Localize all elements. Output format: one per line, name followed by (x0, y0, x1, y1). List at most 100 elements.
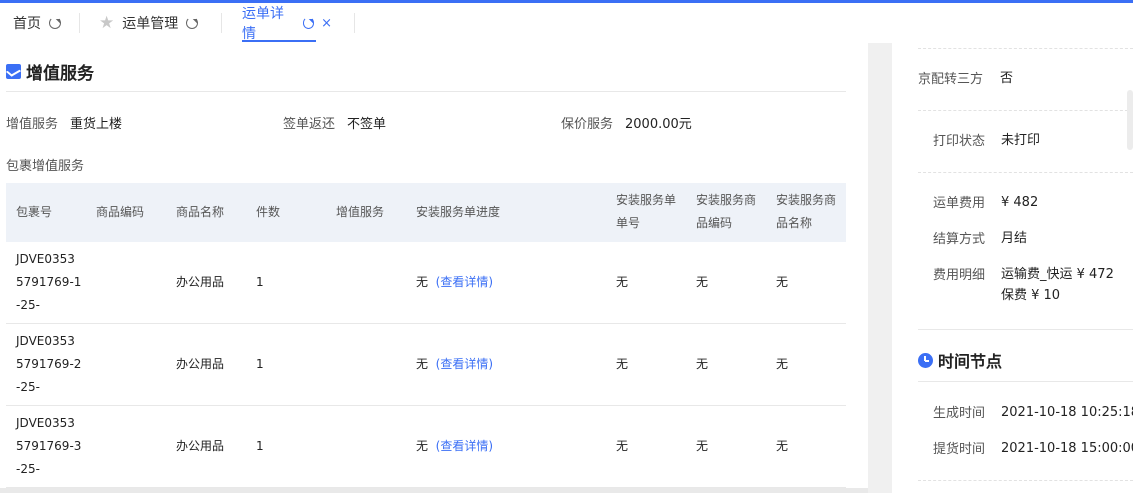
package-number-line: -25- (16, 462, 40, 476)
refresh-icon[interactable] (302, 17, 315, 29)
dashed-divider (918, 172, 1133, 173)
install-item-code-cell: 无 (696, 275, 709, 289)
paren-close: ) (488, 275, 494, 289)
value-added-panel: 增值服务 增值服务 重货上楼 签单返还 不签单 保价服务 2000.00元 包裹… (0, 43, 868, 493)
table-row: JDVE0353 5791769-1 -25- 办公用品 1 无 (查看详情) … (6, 242, 846, 324)
col-header-line: 安装服务商 (696, 193, 757, 207)
field-jingpei-third-party: 京配转三方 否 (918, 68, 1013, 89)
chart-trend-icon (6, 64, 21, 79)
install-item-name-cell: 无 (776, 275, 789, 289)
vertical-scrollbar[interactable] (1127, 90, 1133, 150)
tab-home[interactable]: 首页 (13, 3, 61, 43)
col-header: 商品编码 (96, 205, 145, 219)
col-header: 包裹号 (16, 205, 53, 219)
field-label: 费用明细 (933, 268, 986, 283)
col-header-line: 单号 (616, 216, 641, 230)
product-name-cell: 办公用品 (176, 357, 225, 371)
section-title-text: 增值服务 (26, 64, 94, 84)
count-cell: 1 (256, 275, 264, 289)
field-value: ¥ 482 (1001, 195, 1039, 210)
tab-waybill-management[interactable]: ★ 运单管理 (99, 3, 199, 43)
field-value: 未打印 (1001, 133, 1041, 148)
tab-separator (79, 13, 80, 33)
package-number-cell: JDVE0353 5791769-2 -25- (16, 330, 81, 399)
section-divider (918, 381, 1133, 382)
product-name-cell: 办公用品 (176, 439, 225, 453)
dashed-divider (918, 48, 1133, 49)
star-icon[interactable]: ★ (99, 13, 114, 33)
count-cell: 1 (256, 439, 264, 453)
time-section-title: 时间节点 (918, 348, 1002, 372)
section-divider (918, 329, 1133, 330)
field-label: 生成时间 (933, 406, 986, 421)
table-header: 包裹号 商品编码 商品名称 件数 增值服务 安装服务单进度 安装服务单 单号 安… (6, 183, 846, 242)
field-sign-return: 签单返还 不签单 (283, 113, 386, 132)
package-number-line: -25- (16, 380, 40, 394)
table-row: JDVE0353 5791769-2 -25- 办公用品 1 无 (查看详情) … (6, 324, 846, 406)
panel-gutter (868, 43, 892, 493)
install-item-code-cell: 无 (696, 439, 709, 453)
waybill-info-panel: 京配转三方 否 打印状态 未打印 运单费用 ¥ 482 结算方式 月结 费用明细… (892, 43, 1133, 493)
package-table: 包裹号 商品编码 商品名称 件数 增值服务 安装服务单进度 安装服务单 单号 安… (6, 183, 846, 488)
field-label: 提货时间 (933, 442, 986, 457)
install-item-name-cell: 无 (776, 357, 789, 371)
view-detail-link[interactable]: 查看详情 (440, 357, 488, 371)
col-header: 安装服务单 单号 (616, 189, 676, 235)
active-tab-underline (242, 40, 316, 42)
progress-cell: 无 (查看详情) (416, 353, 493, 376)
clock-icon (918, 352, 933, 368)
package-number-line: JDVE0353 (16, 252, 75, 266)
dashed-divider (918, 110, 1133, 111)
tab-bar: 首页 ★ 运单管理 运单详情 × (0, 3, 1133, 43)
package-number-line: 5791769-2 (16, 357, 82, 371)
tab-label: 运单管理 (122, 16, 179, 32)
package-number-line: -25- (16, 298, 40, 312)
package-number-cell: JDVE0353 5791769-3 -25- (16, 412, 81, 481)
progress-cell: 无 (查看详情) (416, 271, 493, 294)
field-value: 2000.00元 (625, 117, 692, 132)
field-label: 运单费用 (933, 196, 986, 211)
refresh-icon[interactable] (49, 17, 61, 29)
tab-waybill-detail[interactable]: 运单详情 × (242, 3, 332, 43)
count-cell: 1 (256, 357, 264, 371)
package-services-title: 包裹增值服务 (6, 159, 85, 174)
field-value: 2021-10-18 15:00:00 (1001, 441, 1133, 456)
time-section-title-text: 时间节点 (938, 352, 1003, 371)
col-header-line: 品名称 (776, 216, 813, 230)
refresh-icon[interactable] (186, 17, 199, 29)
progress-value: 无 (416, 357, 429, 371)
install-item-code-cell: 无 (696, 357, 709, 371)
package-number-cell: JDVE0353 5791769-1 -25- (16, 248, 81, 317)
package-number-line: JDVE0353 (16, 334, 75, 348)
package-number-line: 5791769-1 (16, 275, 82, 289)
field-value: 月结 (1001, 231, 1028, 246)
field-value: 重货上楼 (70, 117, 123, 132)
field-label: 增值服务 (6, 117, 59, 132)
section-title: 增值服务 (6, 59, 94, 84)
package-number-line: JDVE0353 (16, 416, 75, 430)
close-icon[interactable]: × (321, 16, 332, 31)
view-detail-link[interactable]: 查看详情 (440, 439, 488, 453)
col-header: 增值服务 (336, 205, 385, 219)
field-value: 不签单 (347, 117, 387, 132)
progress-value: 无 (416, 275, 429, 289)
paren-close: ) (488, 357, 494, 371)
field-label: 打印状态 (933, 134, 986, 149)
view-detail-link[interactable]: 查看详情 (440, 275, 488, 289)
col-header: 安装服务商 品名称 (776, 189, 836, 235)
field-waybill-fee: 运单费用 ¥ 482 (933, 192, 1038, 213)
install-order-cell: 无 (616, 357, 629, 371)
field-created-time: 生成时间 2021-10-18 10:25:18 (933, 402, 1133, 423)
field-label: 京配转三方 (918, 72, 984, 87)
field-value-added-service: 增值服务 重货上楼 (6, 113, 122, 132)
field-label: 保价服务 (561, 117, 614, 132)
fee-detail-line: 保费 ¥ 10 (1001, 288, 1061, 303)
field-pickup-time: 提货时间 2021-10-18 15:00:00 (933, 438, 1133, 459)
field-print-status: 打印状态 未打印 (933, 130, 1040, 151)
col-header: 安装服务单进度 (416, 205, 501, 219)
section-divider (6, 91, 846, 92)
field-label: 结算方式 (933, 232, 986, 247)
tab-label: 首页 (13, 16, 41, 32)
field-insurance: 保价服务 2000.00元 (561, 113, 692, 132)
horizontal-scrollbar[interactable] (0, 488, 868, 493)
